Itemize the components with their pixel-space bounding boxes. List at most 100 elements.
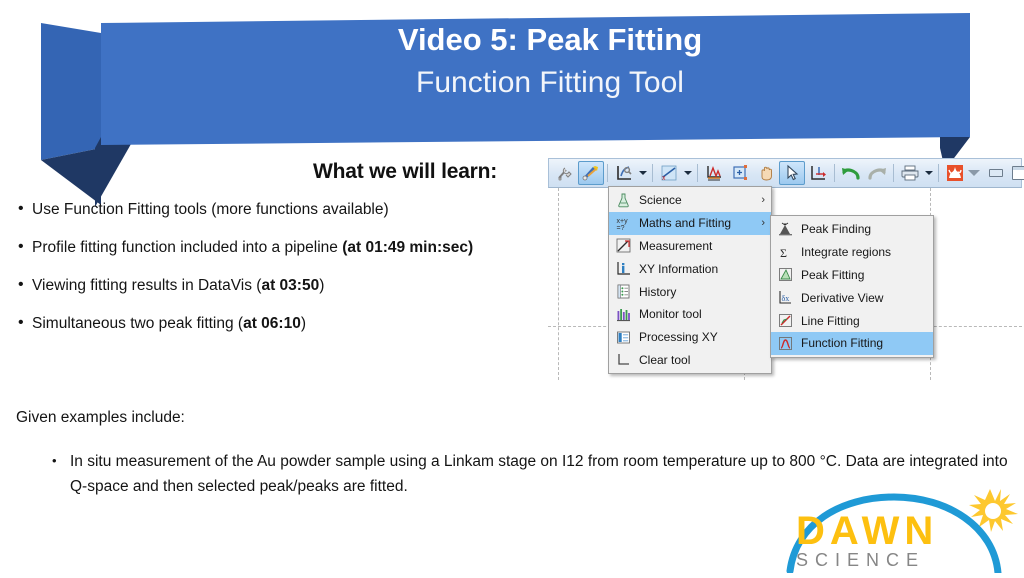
derivative-icon: δx [775,289,795,307]
svg-text:x+y: x+y [616,218,628,225]
chevron-down-icon[interactable] [923,161,935,185]
axis-config-icon[interactable] [611,161,637,185]
list-item-text-tail: ) [319,276,325,294]
chevron-down-icon[interactable] [637,161,649,185]
maths-and-fitting-submenu: Peak Finding Σ Integrate regions Peak Fi… [770,215,934,358]
axis-arrow-icon[interactable] [805,161,831,185]
menu-item-line-fitting[interactable]: Line Fitting [771,309,933,332]
bullet-marker: • [18,200,24,217]
menu-item-peak-fitting[interactable]: Peak Fitting [771,264,933,287]
list-item: • Simultaneous two peak fitting (at 06:1… [18,314,563,333]
given-examples-label: Given examples include: [16,409,185,426]
menu-item-clear-tool[interactable]: Clear tool [609,349,771,372]
bullet-marker: • [52,453,57,468]
flask-icon [613,191,633,209]
chevron-down-icon[interactable] [968,170,980,176]
line-fitting-icon [775,312,795,330]
page-headline: What we will learn: [313,160,498,183]
logo-artwork: DAWN SCIENCE [786,489,1018,577]
list-item-text: Viewing fitting results in DataVis (at 0… [32,276,563,295]
tools-wrench-icon[interactable] [552,161,578,185]
menu-item-processing-xy[interactable]: Processing XY [609,326,771,349]
peak-region-icon[interactable] [701,161,727,185]
menu-item-label: Derivative View [801,290,884,305]
list-item-text: Profile fitting function included into a… [32,238,563,257]
xy-maths-icon: x+y =? [613,214,633,232]
list-item-timestamp: at 03:50 [261,276,320,294]
svg-text:x: x [662,175,666,182]
list-item-text: Use Function Fitting tools (more functio… [32,200,563,219]
menu-item-xy-information[interactable]: XY Information [609,257,771,280]
list-item: • Profile fitting function included into… [18,238,563,257]
maximize-icon[interactable] [1012,166,1024,180]
slide: Video 5: Peak Fitting Function Fitting T… [0,0,1024,577]
bullet-marker: • [18,313,24,331]
menu-item-integrate-regions[interactable]: Σ Integrate regions [771,241,933,264]
application-screenshot: x Science › x+y =? Maths and Fitting › M… [548,158,1024,380]
menu-item-label: Science [639,193,682,208]
logo-wordmark-primary: DAWN [796,509,938,553]
menu-item-measurement[interactable]: Measurement [609,235,771,258]
undo-icon[interactable] [838,161,864,185]
list-item-text-tail: ) [300,314,306,332]
menu-item-maths-and-fitting[interactable]: x+y =? Maths and Fitting › [609,211,771,235]
toolbar-separator [834,164,835,182]
measurement-icon [613,237,633,255]
menu-item-derivative-view[interactable]: δx Derivative View [771,286,933,309]
menu-item-peak-finding[interactable]: Peak Finding [771,218,933,241]
bullet-marker: • [18,275,24,293]
zoom-box-icon[interactable] [727,161,753,185]
snapshot-icon[interactable] [942,161,968,185]
menu-item-label: Integrate regions [801,245,892,260]
learning-objectives-list: • Use Function Fitting tools (more funct… [18,200,563,352]
chevron-down-icon[interactable] [682,161,694,185]
minimize-icon[interactable] [989,169,1003,177]
svg-text:=?: =? [616,225,624,231]
pan-hand-icon[interactable] [753,161,779,185]
list-item-text: Simultaneous two peak fitting (at 06:10) [32,314,563,333]
history-icon [613,283,633,301]
grid-line [558,188,559,380]
submenu-arrow-icon: › [761,217,765,230]
info-icon [613,260,633,278]
peak-fitting-icon [775,266,795,284]
submenu-arrow-icon: › [761,194,765,207]
menu-item-label: Maths and Fitting [639,216,732,231]
redo-icon[interactable] [864,161,890,185]
monitor-icon [613,305,633,323]
clear-icon [613,351,633,369]
list-item: • Viewing fitting results in DataVis (at… [18,276,563,295]
menu-item-label: Peak Fitting [801,267,865,282]
dawn-science-logo: DAWN SCIENCE [782,487,1024,577]
list-item-text-main: Simultaneous two peak fitting ( [32,314,244,332]
list-item-timestamp: (at 01:49 min:sec) [342,238,474,256]
toolbar-separator [697,164,698,182]
pencil-tools-icon[interactable] [578,161,604,185]
menu-item-monitor-tool[interactable]: Monitor tool [609,303,771,326]
menu-item-label: Peak Finding [801,222,872,237]
menu-item-history[interactable]: History [609,280,771,303]
list-item-text-main: Viewing fitting results in DataVis ( [32,276,262,294]
cursor-arrow-icon[interactable] [779,161,805,185]
toolbar-separator [893,164,894,182]
menu-item-label: History [639,284,677,299]
list-item-timestamp: at 06:10 [243,314,301,332]
xy-plot-icon[interactable]: x [656,161,682,185]
toolbar-separator [652,164,653,182]
list-item-text-main: Profile fitting function included into a… [32,238,343,256]
menu-item-science[interactable]: Science › [609,189,771,212]
menu-item-label: Measurement [639,238,713,253]
bullet-marker: • [18,237,24,255]
processing-icon [613,328,633,346]
print-icon[interactable] [897,161,923,185]
sigma-icon: Σ [775,243,795,261]
menu-item-label: Function Fitting [801,336,884,351]
menu-item-label: Clear tool [639,352,691,367]
menu-item-label: Monitor tool [639,307,702,322]
list-item-text-main: Use Function Fitting tools (more functio… [32,201,389,218]
svg-text:Σ: Σ [780,246,787,260]
toolbar-separator [938,164,939,182]
svg-text:δx: δx [781,294,789,303]
peak-finding-icon [775,220,795,238]
menu-item-function-fitting[interactable]: Function Fitting [771,331,933,355]
